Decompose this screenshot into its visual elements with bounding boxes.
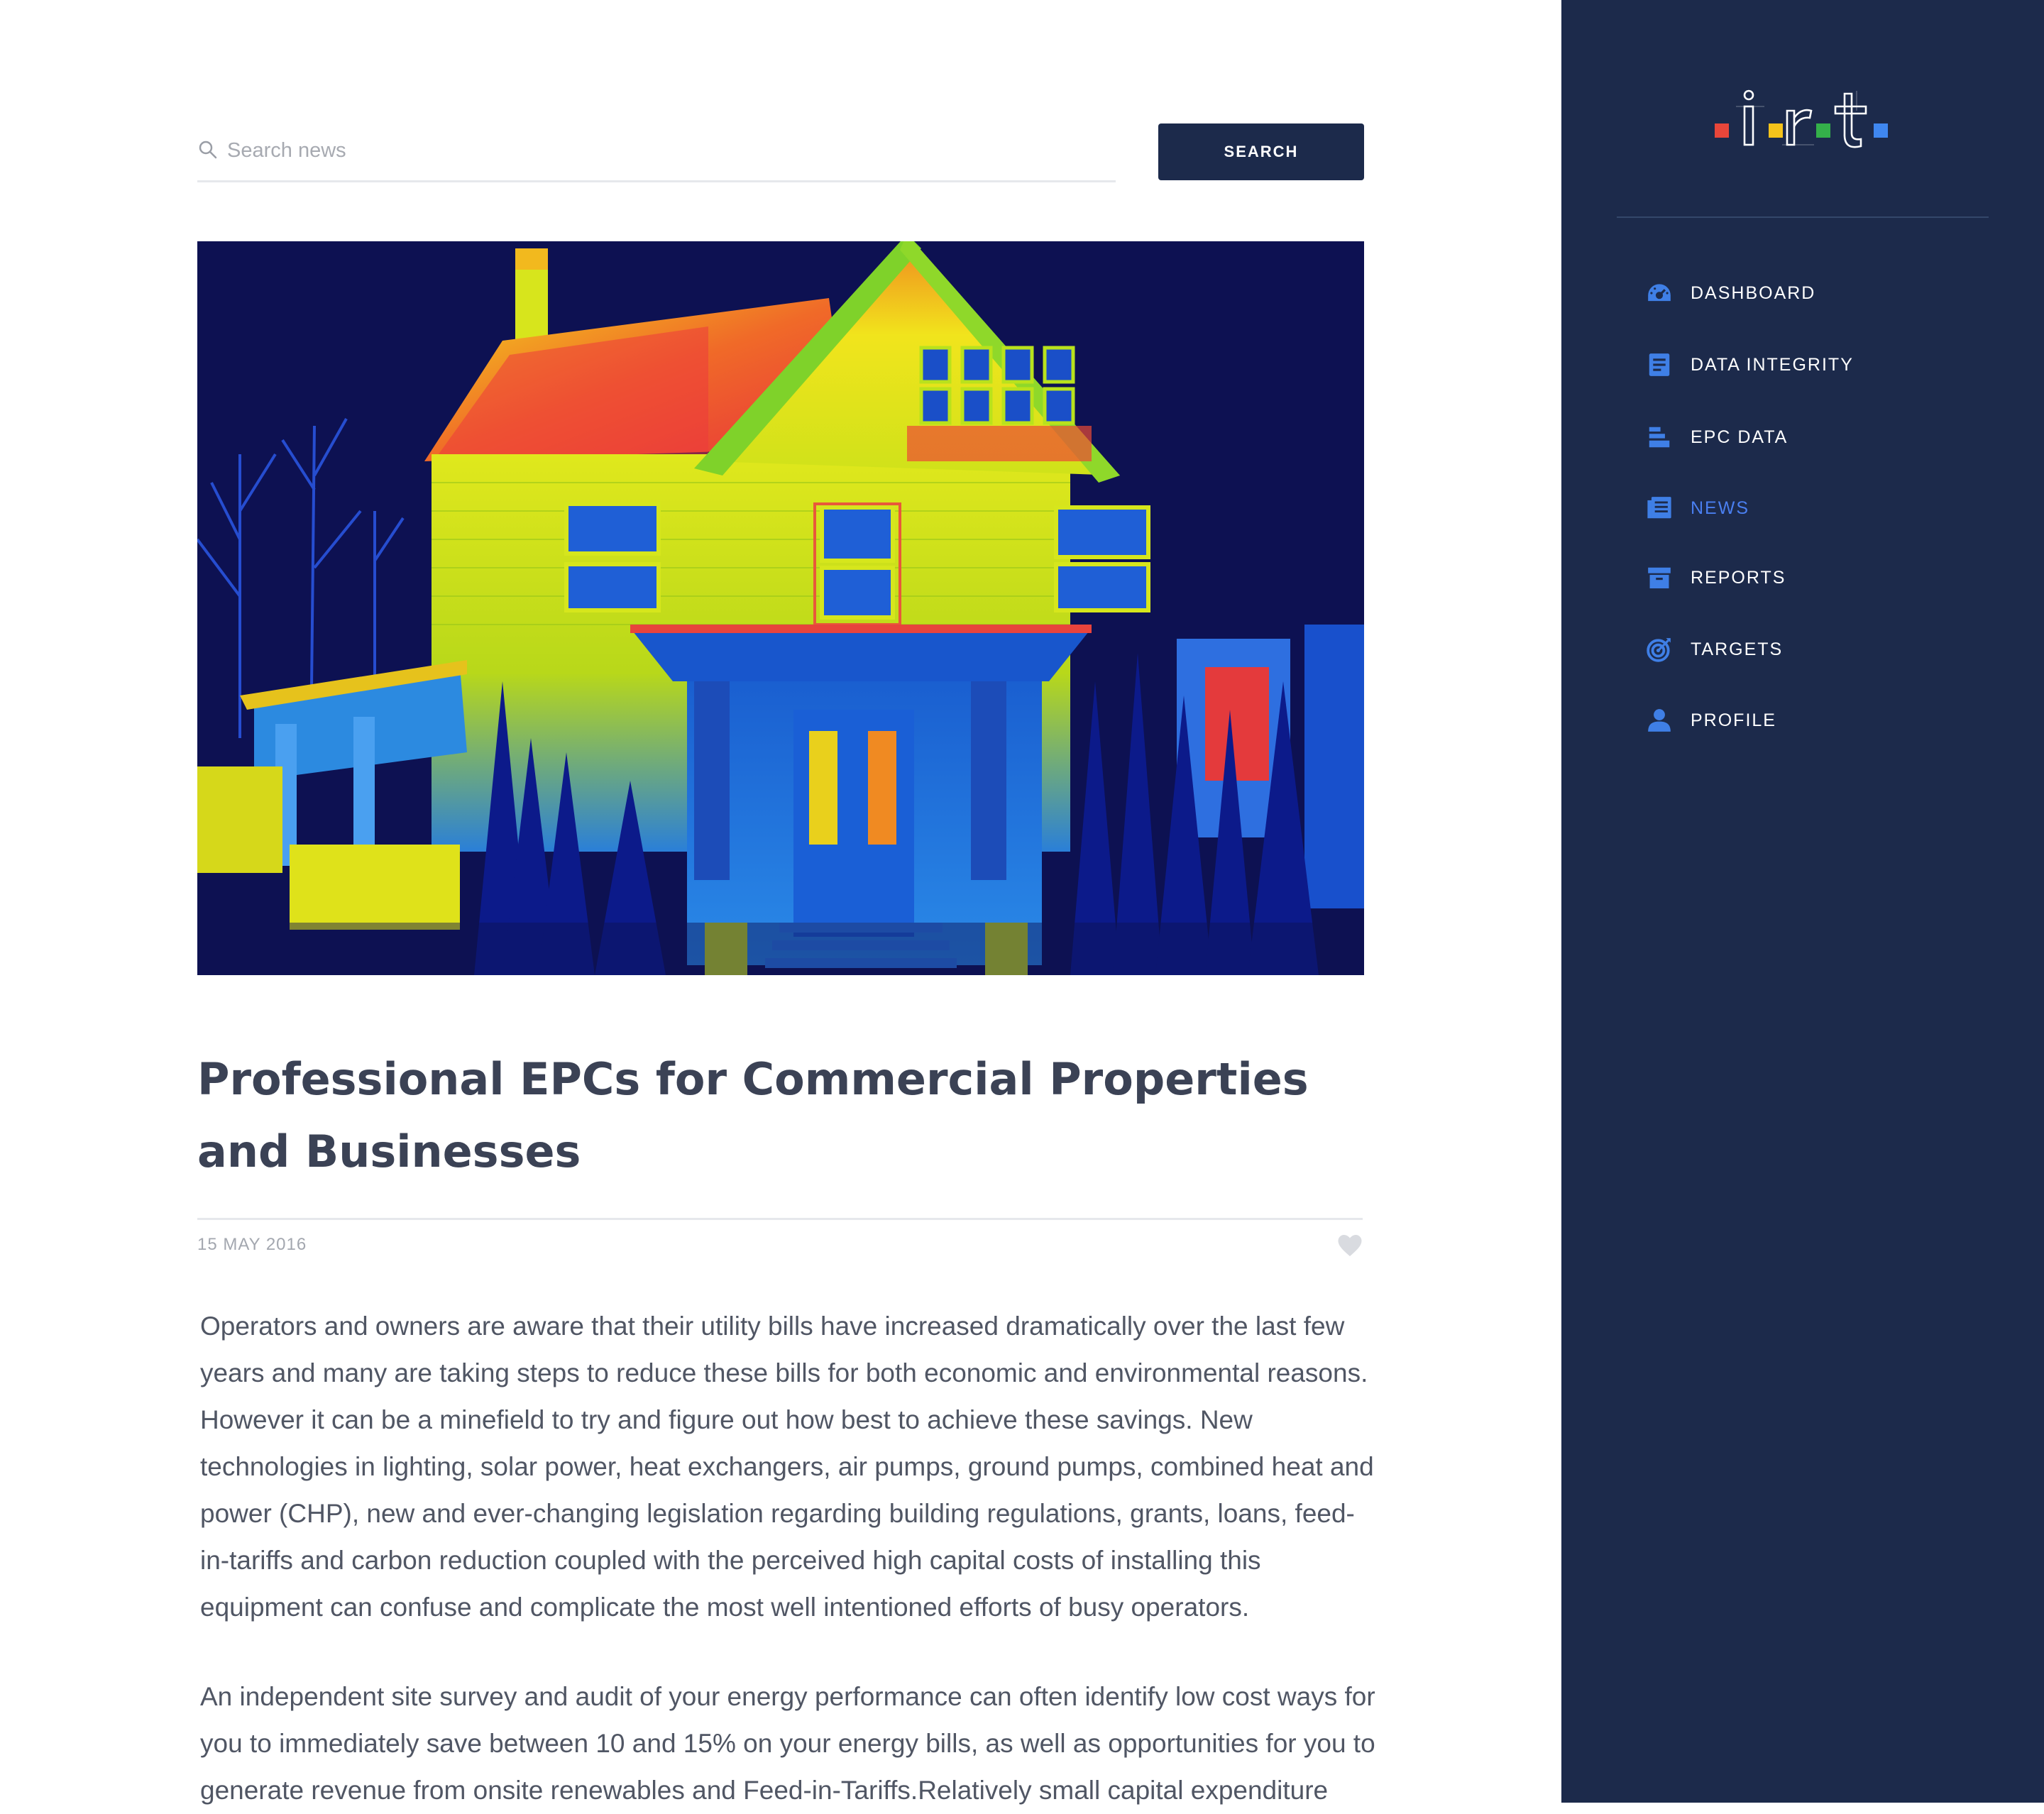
irt-logo[interactable]: [1715, 89, 1891, 153]
sidebar-item-dashboard[interactable]: DASHBOARD: [1645, 277, 1815, 309]
article-paragraph: An independent site survey and audit of …: [200, 1682, 1375, 1805]
target-icon: [1645, 635, 1674, 664]
sidebar-item-targets[interactable]: TARGETS: [1645, 634, 1783, 665]
user-icon: [1645, 706, 1674, 735]
newspaper-icon: [1645, 494, 1674, 522]
heart-icon[interactable]: [1337, 1233, 1363, 1258]
archive-icon: [1645, 564, 1674, 592]
article-title: Professional EPCs for Commercial Propert…: [197, 1053, 1309, 1177]
sidebar-item-label: DATA INTEGRITY: [1691, 354, 1854, 375]
sidebar-divider: [1617, 216, 1989, 218]
title-divider: [197, 1218, 1363, 1220]
sidebar-item-data-integrity[interactable]: DATA INTEGRITY: [1645, 349, 1854, 380]
search-button[interactable]: SEARCH: [1158, 123, 1364, 180]
sidebar-item-label: NEWS: [1691, 498, 1749, 518]
search-icon: [199, 141, 217, 159]
gauge-icon: [1645, 279, 1674, 307]
article-paragraph: Operators and owners are aware that thei…: [200, 1312, 1374, 1622]
sidebar: [1561, 0, 2044, 1803]
search-input[interactable]: [226, 131, 1109, 170]
sidebar-item-label: DASHBOARD: [1691, 282, 1816, 303]
document-icon: [1645, 351, 1674, 379]
sidebar-item-epc-data[interactable]: EPC DATA: [1645, 422, 1788, 453]
sidebar-item-profile[interactable]: PROFILE: [1645, 705, 1776, 736]
sidebar-item-label: TARGETS: [1691, 639, 1784, 659]
article-date: 15 MAY 2016: [197, 1235, 307, 1254]
search-bar: [197, 123, 1116, 182]
sidebar-item-label: PROFILE: [1691, 710, 1776, 730]
sidebar-item-label: EPC DATA: [1691, 427, 1788, 447]
sidebar-item-reports[interactable]: REPORTS: [1645, 562, 1786, 593]
sidebar-item-label: REPORTS: [1691, 567, 1786, 588]
sidebar-item-news[interactable]: NEWS: [1645, 493, 1749, 524]
article-hero-image: [197, 241, 1364, 975]
bars-icon: [1645, 423, 1674, 451]
main-content: SEARCH: [0, 0, 1561, 1805]
